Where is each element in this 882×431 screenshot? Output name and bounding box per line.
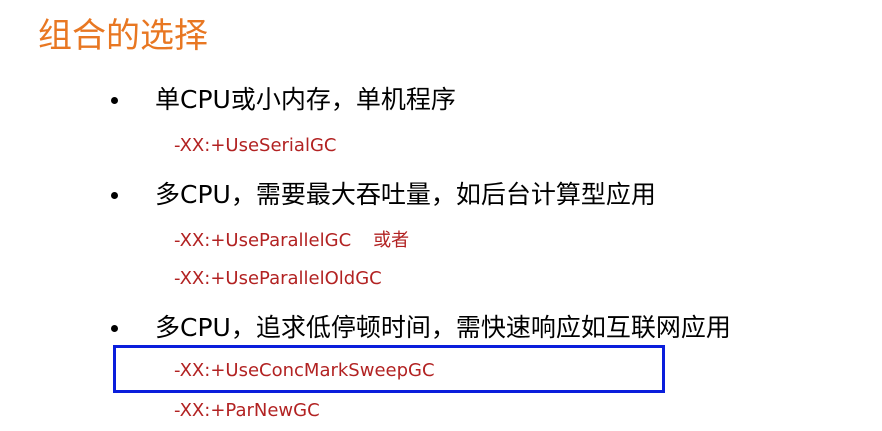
gc-option-parallel-old: -XX:+UseParallelOldGC	[174, 268, 382, 289]
bullet-text: 多CPU，追求低停顿时间，需快速响应如互联网应用	[155, 313, 731, 342]
gc-option-serial: -XX:+UseSerialGC	[174, 135, 337, 156]
bullet-text: 多CPU，需要最大吞吐量，如后台计算型应用	[155, 180, 656, 209]
gc-option-parallel: -XX:+UseParallelGC	[174, 230, 352, 251]
bullet-text: 单CPU或小内存，单机程序	[155, 85, 456, 114]
slide-title: 组合的选择	[38, 16, 208, 56]
bullet-dot-icon	[111, 96, 118, 104]
gc-option-cms: -XX:+UseConcMarkSweepGC	[174, 360, 435, 381]
gc-option-parnew: -XX:+ParNewGC	[174, 400, 320, 421]
bullet-dot-icon	[111, 324, 118, 332]
bullet-item-single-cpu: 单CPU或小内存，单机程序	[111, 80, 456, 120]
or-word: 或者	[373, 230, 410, 251]
gc-option-parallel-line: -XX:+UseParallelGC 或者	[174, 228, 409, 254]
bullet-dot-icon	[111, 191, 118, 199]
bullet-item-throughput: 多CPU，需要最大吞吐量，如后台计算型应用	[111, 175, 656, 215]
bullet-item-low-pause: 多CPU，追求低停顿时间，需快速响应如互联网应用	[111, 308, 731, 348]
